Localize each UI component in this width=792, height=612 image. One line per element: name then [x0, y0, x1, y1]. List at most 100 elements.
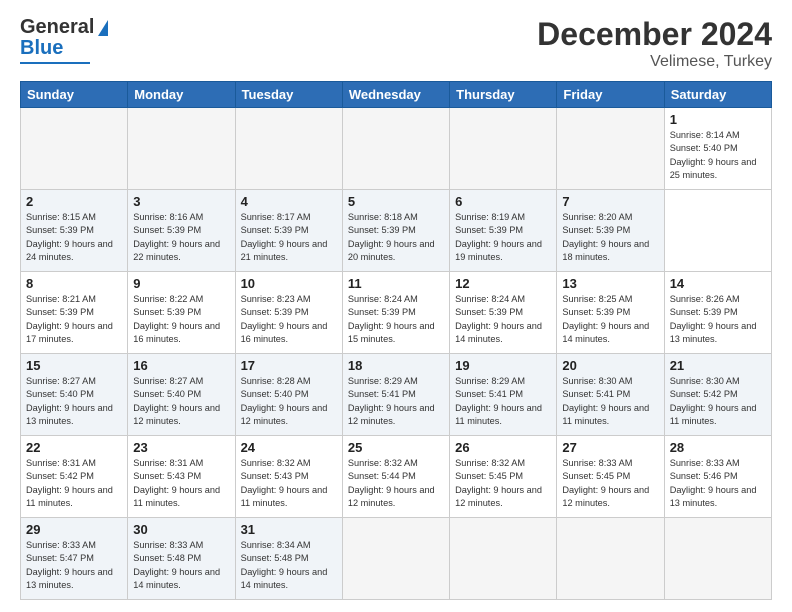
table-row: 3Sunrise: 8:16 AMSunset: 5:39 PMDaylight…	[128, 190, 235, 272]
day-number: 15	[26, 358, 122, 373]
day-number: 2	[26, 194, 122, 209]
day-number: 18	[348, 358, 444, 373]
day-detail: Sunrise: 8:32 AMSunset: 5:44 PMDaylight:…	[348, 457, 444, 510]
col-saturday: Saturday	[664, 82, 771, 108]
header: General Blue December 2024 Velimese, Tur…	[20, 16, 772, 71]
table-row	[450, 108, 557, 190]
calendar-week-row: 22 Sunrise: 8:31 AMSunset: 5:42 PMDayligh…	[21, 436, 772, 518]
table-row: 17 Sunrise: 8:28 AMSunset: 5:40 PMDayligh…	[235, 354, 342, 436]
day-number: 28	[670, 440, 766, 455]
table-row: 15Sunrise: 8:27 AMSunset: 5:40 PMDayligh…	[21, 354, 128, 436]
table-row	[342, 518, 449, 600]
title-block: December 2024 Velimese, Turkey	[537, 16, 772, 71]
table-row: 12 Sunrise: 8:24 AMSunset: 5:39 PMDayligh…	[450, 272, 557, 354]
day-number: 8	[26, 276, 122, 291]
day-detail: Sunrise: 8:32 AMSunset: 5:43 PMDaylight:…	[241, 457, 337, 510]
day-detail: Sunrise: 8:31 AMSunset: 5:42 PMDaylight:…	[26, 457, 122, 510]
day-detail: Sunrise: 8:30 AMSunset: 5:41 PMDaylight:…	[562, 375, 658, 428]
day-detail: Sunrise: 8:31 AMSunset: 5:43 PMDaylight:…	[133, 457, 229, 510]
day-detail: Sunrise: 8:15 AMSunset: 5:39 PMDaylight:…	[26, 211, 122, 264]
logo-general: General	[20, 16, 94, 39]
day-detail: Sunrise: 8:24 AMSunset: 5:39 PMDaylight:…	[348, 293, 444, 346]
table-row: 31 Sunrise: 8:34 AMSunset: 5:48 PMDayligh…	[235, 518, 342, 600]
day-detail: Sunrise: 8:24 AMSunset: 5:39 PMDaylight:…	[455, 293, 551, 346]
day-detail: Sunrise: 8:33 AMSunset: 5:47 PMDaylight:…	[26, 539, 122, 592]
day-detail: Sunrise: 8:28 AMSunset: 5:40 PMDaylight:…	[241, 375, 337, 428]
table-row: 9 Sunrise: 8:22 AMSunset: 5:39 PMDaylight…	[128, 272, 235, 354]
table-row	[450, 518, 557, 600]
calendar-table: Sunday Monday Tuesday Wednesday Thursday…	[20, 81, 772, 600]
day-number: 12	[455, 276, 551, 291]
table-row: 22 Sunrise: 8:31 AMSunset: 5:42 PMDayligh…	[21, 436, 128, 518]
day-detail: Sunrise: 8:34 AMSunset: 5:48 PMDaylight:…	[241, 539, 337, 592]
day-number: 25	[348, 440, 444, 455]
calendar-week-row: 2 Sunrise: 8:15 AMSunset: 5:39 PMDaylight…	[21, 190, 772, 272]
day-number: 29	[26, 522, 122, 537]
calendar-title: December 2024	[537, 16, 772, 53]
day-detail: Sunrise: 8:33 AMSunset: 5:45 PMDaylight:…	[562, 457, 658, 510]
table-row	[21, 108, 128, 190]
col-tuesday: Tuesday	[235, 82, 342, 108]
day-detail: Sunrise: 8:26 AMSunset: 5:39 PMDaylight:…	[670, 293, 766, 346]
day-detail: Sunrise: 8:22 AMSunset: 5:39 PMDaylight:…	[133, 293, 229, 346]
day-detail: Sunrise: 8:16 AMSunset: 5:39 PMDaylight:…	[133, 211, 229, 264]
table-row: 25 Sunrise: 8:32 AMSunset: 5:44 PMDayligh…	[342, 436, 449, 518]
day-number: 11	[348, 276, 444, 291]
day-detail: Sunrise: 8:17 AMSunset: 5:39 PMDaylight:…	[241, 211, 337, 264]
day-detail: Sunrise: 8:33 AMSunset: 5:46 PMDaylight:…	[670, 457, 766, 510]
day-number: 16	[133, 358, 229, 373]
day-number: 1	[670, 112, 766, 127]
day-number: 6	[455, 194, 551, 209]
day-detail: Sunrise: 8:33 AMSunset: 5:48 PMDaylight:…	[133, 539, 229, 592]
table-row: 27 Sunrise: 8:33 AMSunset: 5:45 PMDayligh…	[557, 436, 664, 518]
day-number: 4	[241, 194, 337, 209]
day-number: 26	[455, 440, 551, 455]
calendar-week-row: 1 Sunrise: 8:14 AMSunset: 5:40 PMDaylight…	[21, 108, 772, 190]
day-number: 20	[562, 358, 658, 373]
table-row: 13Sunrise: 8:25 AMSunset: 5:39 PMDayligh…	[557, 272, 664, 354]
logo-underline	[20, 62, 90, 64]
table-row	[557, 108, 664, 190]
table-row: 23Sunrise: 8:31 AMSunset: 5:43 PMDayligh…	[128, 436, 235, 518]
table-row: 2 Sunrise: 8:15 AMSunset: 5:39 PMDaylight…	[21, 190, 128, 272]
table-row: 18 Sunrise: 8:29 AMSunset: 5:41 PMDayligh…	[342, 354, 449, 436]
day-detail: Sunrise: 8:29 AMSunset: 5:41 PMDaylight:…	[348, 375, 444, 428]
day-detail: Sunrise: 8:14 AMSunset: 5:40 PMDaylight:…	[670, 129, 766, 182]
day-number: 10	[241, 276, 337, 291]
day-detail: Sunrise: 8:25 AMSunset: 5:39 PMDaylight:…	[562, 293, 658, 346]
table-row: 24Sunrise: 8:32 AMSunset: 5:43 PMDayligh…	[235, 436, 342, 518]
day-detail: Sunrise: 8:27 AMSunset: 5:40 PMDaylight:…	[133, 375, 229, 428]
day-number: 14	[670, 276, 766, 291]
calendar-subtitle: Velimese, Turkey	[537, 53, 772, 71]
table-row	[557, 518, 664, 600]
day-detail: Sunrise: 8:19 AMSunset: 5:39 PMDaylight:…	[455, 211, 551, 264]
table-row: 6 Sunrise: 8:19 AMSunset: 5:39 PMDaylight…	[450, 190, 557, 272]
day-number: 19	[455, 358, 551, 373]
table-row: 30 Sunrise: 8:33 AMSunset: 5:48 PMDayligh…	[128, 518, 235, 600]
day-number: 9	[133, 276, 229, 291]
day-number: 5	[348, 194, 444, 209]
day-number: 21	[670, 358, 766, 373]
col-wednesday: Wednesday	[342, 82, 449, 108]
day-number: 27	[562, 440, 658, 455]
day-detail: Sunrise: 8:21 AMSunset: 5:39 PMDaylight:…	[26, 293, 122, 346]
table-row: 20 Sunrise: 8:30 AMSunset: 5:41 PMDayligh…	[557, 354, 664, 436]
table-row: 19Sunrise: 8:29 AMSunset: 5:41 PMDayligh…	[450, 354, 557, 436]
day-detail: Sunrise: 8:23 AMSunset: 5:39 PMDaylight:…	[241, 293, 337, 346]
day-number: 30	[133, 522, 229, 537]
table-row: 8 Sunrise: 8:21 AMSunset: 5:39 PMDaylight…	[21, 272, 128, 354]
table-row: 26Sunrise: 8:32 AMSunset: 5:45 PMDayligh…	[450, 436, 557, 518]
col-monday: Monday	[128, 82, 235, 108]
day-number: 31	[241, 522, 337, 537]
day-number: 17	[241, 358, 337, 373]
day-number: 22	[26, 440, 122, 455]
calendar-header-row: Sunday Monday Tuesday Wednesday Thursday…	[21, 82, 772, 108]
table-row	[342, 108, 449, 190]
table-row: 14 Sunrise: 8:26 AMSunset: 5:39 PMDayligh…	[664, 272, 771, 354]
table-row: 1 Sunrise: 8:14 AMSunset: 5:40 PMDaylight…	[664, 108, 771, 190]
table-row	[128, 108, 235, 190]
table-row: 10 Sunrise: 8:23 AMSunset: 5:39 PMDayligh…	[235, 272, 342, 354]
day-detail: Sunrise: 8:30 AMSunset: 5:42 PMDaylight:…	[670, 375, 766, 428]
page: General Blue December 2024 Velimese, Tur…	[0, 0, 792, 612]
day-detail: Sunrise: 8:18 AMSunset: 5:39 PMDaylight:…	[348, 211, 444, 264]
